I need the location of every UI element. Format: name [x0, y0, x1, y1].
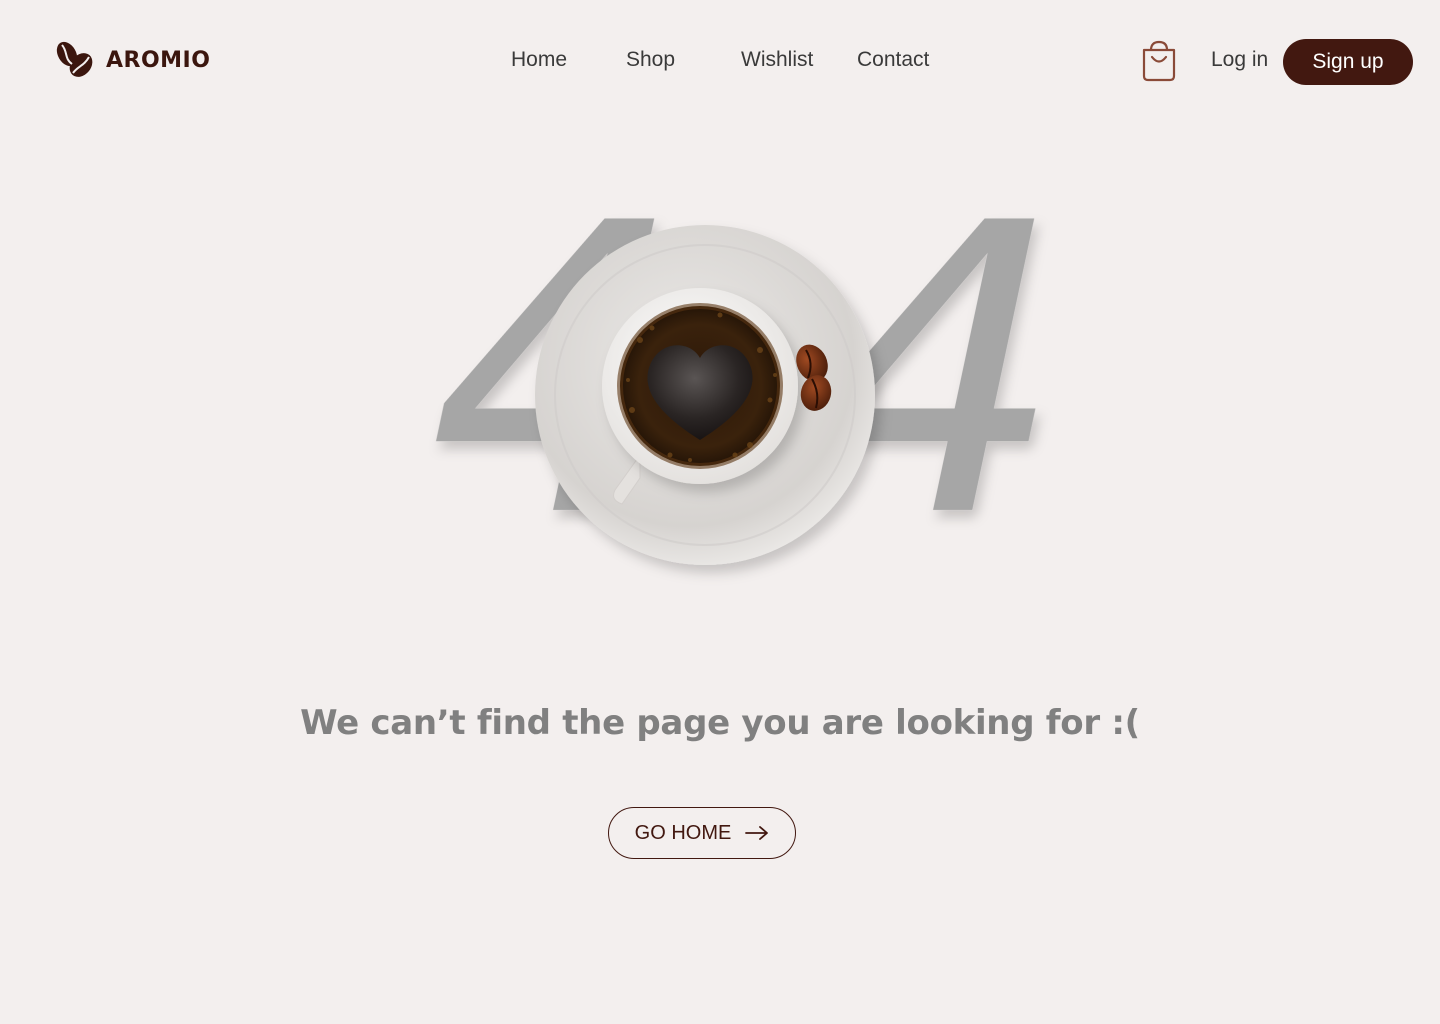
- nav-item-shop[interactable]: Shop: [626, 48, 675, 72]
- error-message: We can’t find the page you are looking f…: [300, 702, 1140, 743]
- shopping-bag-icon: [1142, 40, 1176, 82]
- nav-item-wishlist[interactable]: Wishlist: [741, 48, 813, 72]
- arrow-right-icon: [745, 826, 769, 840]
- coffee-cup-image: [535, 225, 875, 565]
- site-header: AROMIO Home Shop Wishlist Contact Log in…: [0, 0, 1440, 124]
- go-home-label: GO HOME: [634, 821, 732, 844]
- error-404-graphic: 4 4: [340, 200, 1060, 600]
- go-home-button[interactable]: GO HOME: [608, 807, 796, 859]
- cart-button[interactable]: [1140, 40, 1178, 82]
- signup-button[interactable]: Sign up: [1283, 39, 1413, 85]
- error-code-illustration: 4 4: [382, 200, 1060, 600]
- nav-item-contact[interactable]: Contact: [857, 48, 929, 72]
- login-link[interactable]: Log in: [1211, 48, 1268, 72]
- nav-item-home[interactable]: Home: [511, 48, 567, 72]
